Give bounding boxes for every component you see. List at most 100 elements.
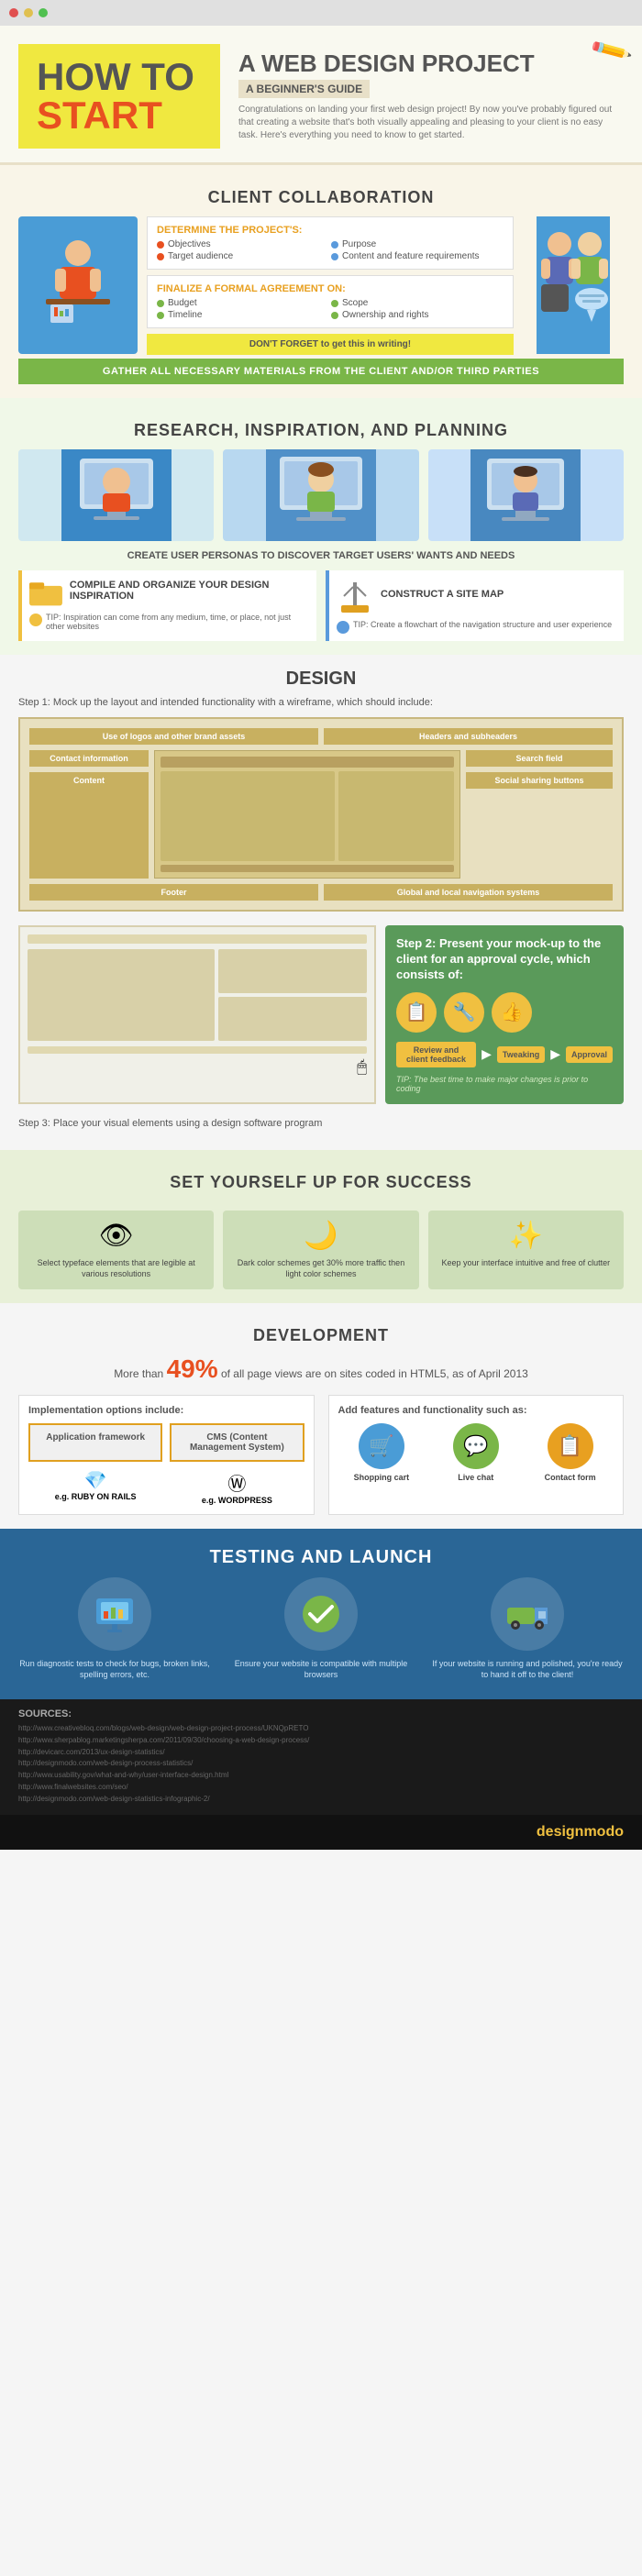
moon-icon: 🌙 xyxy=(232,1220,409,1252)
timeline-bullet xyxy=(157,312,164,319)
shopping-cart-icon: 🛒 xyxy=(359,1423,404,1469)
shopping-cart-label: Shopping cart xyxy=(354,1473,410,1482)
testing-inner: Run diagnostic tests to check for bugs, … xyxy=(18,1577,624,1681)
setup-card-typeface: 👁 Select typeface elements that are legi… xyxy=(18,1211,214,1289)
live-chat-label: Live chat xyxy=(458,1473,493,1482)
objectives-bullet xyxy=(157,241,164,249)
wf-label-footer: Footer xyxy=(29,884,318,901)
setup-card-intuitive: ✨ Keep your interface intuitive and free… xyxy=(428,1211,624,1289)
wordpress-label: e.g. WORDPRESS xyxy=(170,1496,304,1505)
tip-icon-construct xyxy=(337,621,349,634)
formal-item-scope: Scope xyxy=(331,298,504,308)
testing-card-launch: If your website is running and polished,… xyxy=(431,1577,624,1681)
ownership-bullet xyxy=(331,312,338,319)
content-label: Content and feature requirements xyxy=(342,251,480,261)
step2-title: Step 2: Present your mock-up to the clie… xyxy=(396,936,613,983)
project-determine-title: DETERMINE THE PROJECT'S: xyxy=(157,225,504,236)
setup-inner: 👁 Select typeface elements that are legi… xyxy=(18,1211,624,1289)
step2-tip: TIP: The best time to make major changes… xyxy=(396,1075,613,1093)
ownership-label: Ownership and rights xyxy=(342,310,429,320)
wireframe-container: Use of logos and other brand assets Head… xyxy=(18,717,624,912)
dev-stat-pct: 49% xyxy=(167,1354,218,1383)
feat-icons-grid: 🛒 Shopping cart 💬 Live chat 📋 Contact fo… xyxy=(338,1423,614,1482)
dev-stat-suffix: of all page views are on sites coded in … xyxy=(221,1367,528,1380)
wf-label-headers: Headers and subheaders xyxy=(324,728,613,745)
purpose-label: Purpose xyxy=(342,239,376,249)
feat-live-chat: 💬 Live chat xyxy=(432,1423,519,1482)
step1-label: Step 1: Mock up the layout and intended … xyxy=(18,697,624,708)
contact-form-icon: 📋 xyxy=(548,1423,593,1469)
setup-text-dark: Dark color schemes get 30% more traffic … xyxy=(232,1257,409,1280)
features-box: Add features and functionality such as: … xyxy=(328,1395,625,1515)
wf-label-contact: Contact information xyxy=(29,750,149,767)
testing-section: TESTING AND LAUNCH Run diagnostic tests … xyxy=(0,1529,642,1699)
budget-label: Budget xyxy=(168,298,197,308)
impl-option-cms: CMS (Content Management System) xyxy=(170,1423,304,1462)
stage-approval: Approval xyxy=(566,1046,613,1063)
purpose-bullet xyxy=(331,241,338,249)
construct-title: CONSTRUCT A SITE MAP xyxy=(381,589,504,600)
folder-icon xyxy=(29,578,62,607)
construct-tip: TIP: Create a flowchart of the navigatio… xyxy=(337,620,616,634)
objectives-label: Objectives xyxy=(168,239,211,249)
research-section-title: RESEARCH, INSPIRATION, AND PLANNING xyxy=(18,407,624,449)
review-icon: 📋 xyxy=(396,992,437,1033)
step2-right: Step 2: Present your mock-up to the clie… xyxy=(385,925,624,1104)
header-description: Congratulations on landing your first we… xyxy=(238,104,624,142)
construct-tip-text: TIP: Create a flowchart of the navigatio… xyxy=(353,620,612,629)
client-section: CLIENT COLLABORATION DET xyxy=(0,165,642,398)
project-item-purpose: Purpose xyxy=(331,239,504,249)
gather-text: GATHER ALL NECESSARY MATERIALS FROM THE … xyxy=(18,359,624,384)
formal-item-budget: Budget xyxy=(157,298,329,308)
persona-card-3 xyxy=(428,449,624,541)
approval-icon: 👍 xyxy=(492,992,532,1033)
sources-title: SOURCES: xyxy=(18,1708,624,1719)
compile-tip: TIP: Inspiration can come from any mediu… xyxy=(29,613,309,631)
stage-arrow-2: ▶ xyxy=(550,1046,560,1062)
project-determine-box: DETERMINE THE PROJECT'S: Objectives Purp… xyxy=(147,216,514,270)
header-left: HOW TO START xyxy=(18,44,220,149)
diagnostic-text: Run diagnostic tests to check for bugs, … xyxy=(18,1658,211,1681)
header-subtitle: A BEGINNER'S GUIDE xyxy=(238,80,370,98)
compile-tip-text: TIP: Inspiration can come from any mediu… xyxy=(46,613,309,631)
wf-label-search: Search field xyxy=(466,750,613,767)
impl-logos-row: 💎 e.g. RUBY ON RAILS Ⓦ e.g. WORDPRESS xyxy=(28,1469,304,1505)
wf-label-brand: Use of logos and other brand assets xyxy=(29,728,318,745)
launch-icon xyxy=(491,1577,564,1651)
browsers-icon xyxy=(284,1577,358,1651)
browsers-text: Ensure your website is compatible with m… xyxy=(225,1658,417,1681)
setup-text-typeface: Select typeface elements that are legibl… xyxy=(28,1257,205,1280)
persona-card-1 xyxy=(18,449,214,541)
dev-section-title: DEVELOPMENT xyxy=(18,1312,624,1354)
header-main-title: A WEB DESIGN PROJECT xyxy=(238,50,624,77)
design-section-title: DESIGN xyxy=(18,669,624,690)
wf-label-social: Social sharing buttons xyxy=(466,772,613,789)
tweak-icon: 🔧 xyxy=(444,992,484,1033)
sources-links: http://www.creativebloq.com/blogs/web-de… xyxy=(18,1723,624,1806)
setup-text-intuitive: Keep your interface intuitive and free o… xyxy=(437,1257,614,1269)
client-image-left xyxy=(18,216,138,354)
header-how: HOW TO xyxy=(37,58,202,96)
step2-container: 🖱 Step 2: Present your mock-up to the cl… xyxy=(18,925,624,1104)
compile-title: COMPILE AND ORGANIZE YOUR DESIGN INSPIRA… xyxy=(70,580,309,602)
browser-dot-yellow xyxy=(24,8,33,17)
testing-section-title: TESTING AND LAUNCH xyxy=(18,1538,624,1577)
create-personas-text: CREATE USER PERSONAS TO DISCOVER TARGET … xyxy=(18,550,624,561)
mouse-cursor: 🖱 xyxy=(28,1057,367,1077)
wf-label-navigation: Global and local navigation systems xyxy=(324,884,613,901)
budget-bullet xyxy=(157,300,164,307)
impl-title: Implementation options include: xyxy=(28,1405,304,1416)
project-items-grid: Objectives Purpose Target audience Conte… xyxy=(157,239,504,261)
tip-icon-compile xyxy=(29,614,42,626)
project-item-objectives: Objectives xyxy=(157,239,329,249)
scope-bullet xyxy=(331,300,338,307)
client-inner: DETERMINE THE PROJECT'S: Objectives Purp… xyxy=(18,216,624,359)
formal-title: FINALIZE A FORMAL AGREEMENT ON: xyxy=(157,283,504,294)
impl-options-grid: Application framework CMS (Content Manag… xyxy=(28,1423,304,1462)
header-right: A WEB DESIGN PROJECT A BEGINNER'S GUIDE … xyxy=(238,50,624,143)
compile-row: COMPILE AND ORGANIZE YOUR DESIGN INSPIRA… xyxy=(18,570,624,641)
construct-sitemap-box: CONSTRUCT A SITE MAP TIP: Create a flowc… xyxy=(326,570,624,641)
launch-text: If your website is running and polished,… xyxy=(431,1658,624,1681)
designmodo-bar: designmodo xyxy=(0,1815,642,1850)
stage-review: Review and client feedback xyxy=(396,1042,476,1067)
